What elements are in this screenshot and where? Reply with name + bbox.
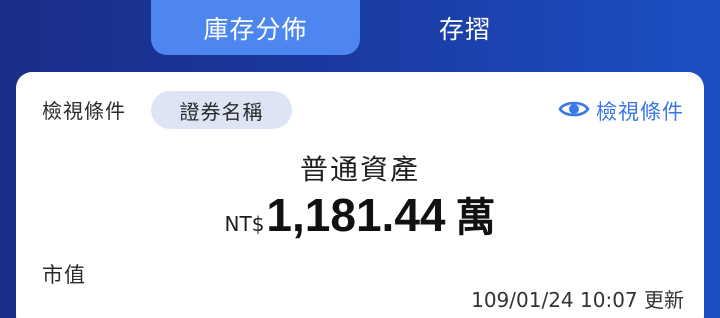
currency-label: NT$ <box>224 212 265 236</box>
tab-inventory-distribution[interactable]: 庫存分佈 <box>151 0 360 55</box>
updated-timestamp: 109/01/24 10:07 更新 <box>471 288 684 312</box>
amount-value: 1,181.44 <box>266 189 446 241</box>
asset-title: 普通資產 <box>299 153 420 186</box>
top-tab-bar: 庫存分佈 存摺 <box>0 0 720 56</box>
filter-label: 檢視條件 <box>42 99 126 123</box>
filter-chip-security-name[interactable]: 證券名稱 <box>151 91 292 129</box>
market-value-label: 市值 <box>42 263 86 287</box>
amount-unit: 萬 <box>455 195 496 241</box>
view-conditions-button[interactable]: 檢視條件 <box>558 96 684 126</box>
asset-card: 檢視條件 證券名稱 檢視條件 普通資產 NT$ 1,181.44 萬 市值 10… <box>16 72 704 318</box>
view-conditions-label: 檢視條件 <box>596 100 684 124</box>
tab-passbook[interactable]: 存摺 <box>395 0 535 55</box>
eye-icon <box>558 98 590 125</box>
asset-amount: NT$ 1,181.44 萬 <box>16 185 704 243</box>
